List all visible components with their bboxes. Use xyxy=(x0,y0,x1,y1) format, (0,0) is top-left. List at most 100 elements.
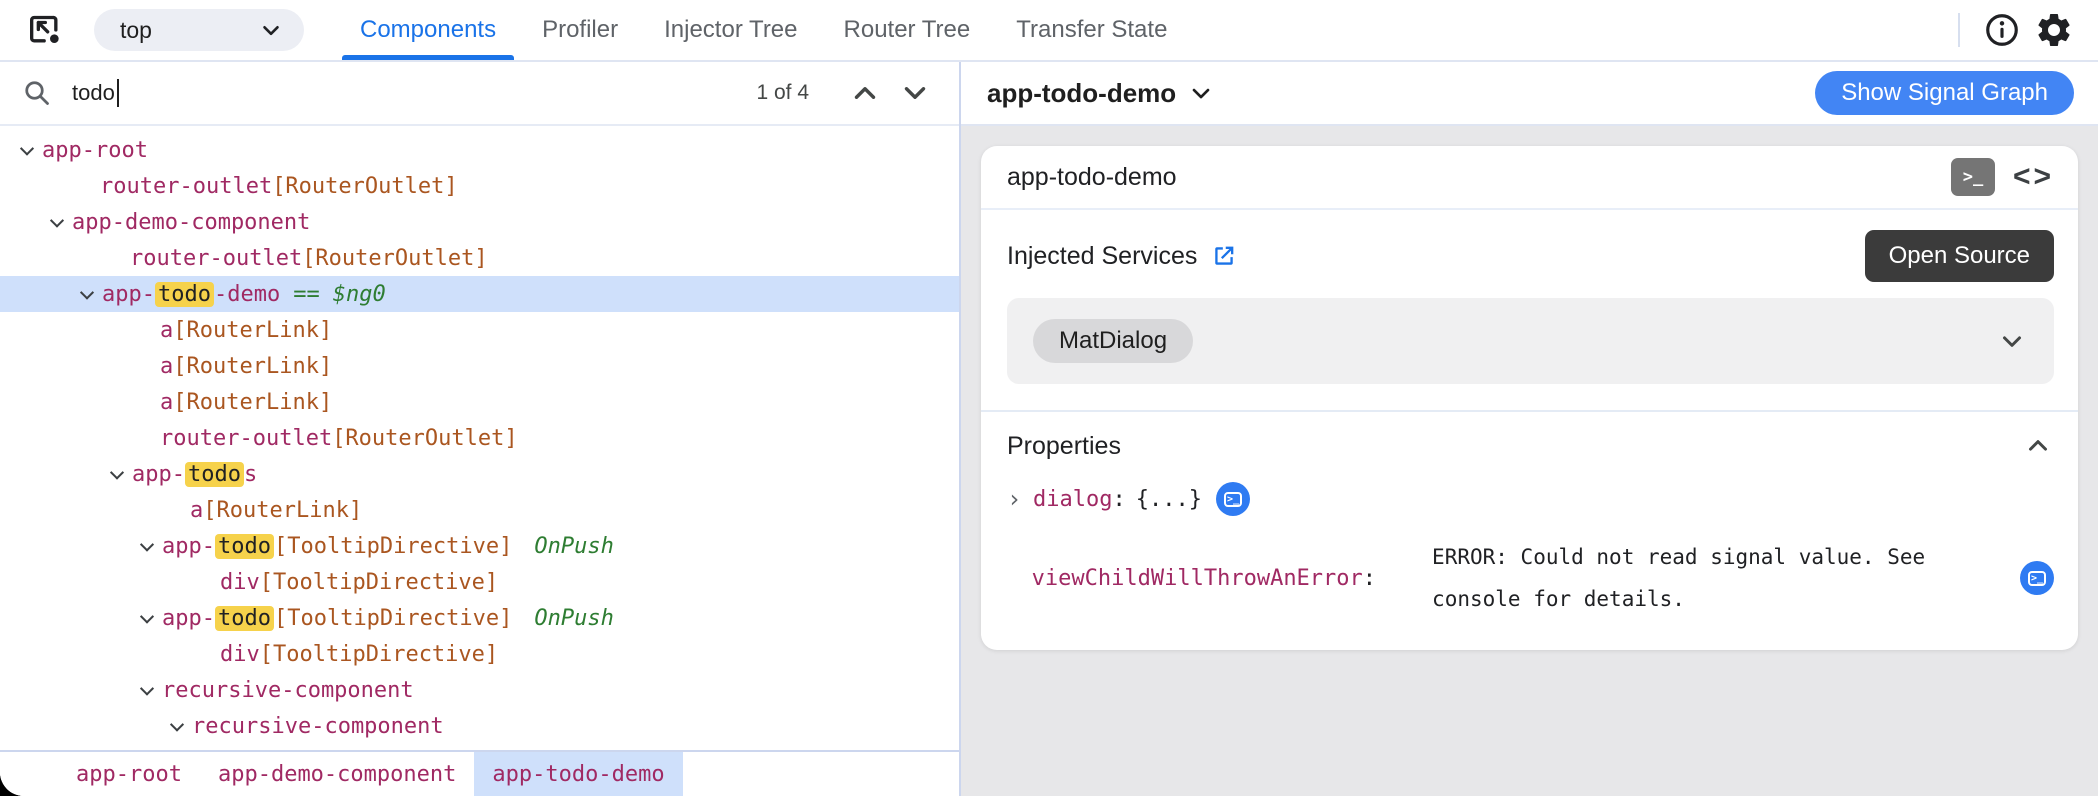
tab-injector-tree[interactable]: Injector Tree xyxy=(646,0,815,60)
component-card-title: app-todo-demo xyxy=(1007,162,1177,191)
injected-services-list: MatDialog xyxy=(1007,298,2054,384)
tree-segment-hl: todo xyxy=(214,533,274,559)
property-row: › dialog: {...} >_ xyxy=(1007,482,2054,516)
tree-segment-dir: [TooltipDirective] xyxy=(259,641,499,667)
gear-icon[interactable] xyxy=(2028,4,2080,56)
open-source-button[interactable]: Open Source xyxy=(1864,230,2054,282)
tree-segment-push: OnPush xyxy=(534,533,614,559)
injected-services-heading: Injected Services xyxy=(1007,241,1198,270)
tree-segment-el: div xyxy=(220,641,260,667)
tab-router-tree[interactable]: Router Tree xyxy=(826,0,989,60)
properties-heading: Properties xyxy=(1007,431,1121,460)
tree-row[interactable]: recursive-component xyxy=(0,708,959,744)
service-chip[interactable]: MatDialog xyxy=(1033,319,1194,363)
tree-segment-hl: todo xyxy=(214,605,274,631)
expand-chevron-icon[interactable] xyxy=(132,609,162,624)
tree-segment-el: app- xyxy=(162,533,215,559)
details-body: app-todo-demo >_ <> Injected Services Op… xyxy=(961,126,2098,796)
tree-segment-el: router-outlet xyxy=(130,245,303,271)
property-row: viewChildWillThrowAnError: ERROR: Could n… xyxy=(1007,536,2054,620)
tree-segment-ref: $ng0 xyxy=(332,281,386,307)
tree-segment-dir: [TooltipDirective] xyxy=(273,605,513,631)
tree-row[interactable]: app-root xyxy=(0,132,959,168)
tree-row[interactable]: recursive-component xyxy=(0,672,959,708)
inspect-target-icon[interactable] xyxy=(22,7,68,53)
tree-segment-el: a xyxy=(160,353,174,379)
tree-row[interactable]: a [RouterLink] xyxy=(0,384,959,420)
tab-transfer-state[interactable]: Transfer State xyxy=(998,0,1185,60)
breadcrumb-item[interactable]: app-root xyxy=(58,752,200,796)
next-result-icon[interactable] xyxy=(895,73,935,113)
inspect-in-console-icon[interactable]: >_ xyxy=(1215,482,1250,516)
tree-segment-el: app-root xyxy=(42,137,148,163)
tree-row[interactable]: router-outlet [RouterOutlet] xyxy=(0,420,959,456)
tree-segment-el: s xyxy=(243,461,258,487)
code-icon[interactable]: <> xyxy=(2013,160,2054,194)
tree-row[interactable]: app-todo [TooltipDirective] OnPush xyxy=(0,600,959,636)
tree-row[interactable]: div [TooltipDirective] xyxy=(0,564,959,600)
chevron-down-icon xyxy=(263,25,279,36)
show-signal-graph-button[interactable]: Show Signal Graph xyxy=(1815,71,2074,115)
expand-chevron-icon[interactable] xyxy=(12,141,42,156)
external-link-icon[interactable] xyxy=(1209,241,1239,271)
expand-chevron-icon[interactable] xyxy=(42,213,72,228)
tree-segment-el: router-outlet xyxy=(100,173,273,199)
tree-segment-el: a xyxy=(160,389,174,415)
tree-segment-el: a xyxy=(190,497,204,523)
tree-segment-dir: [RouterLink] xyxy=(203,497,363,523)
chevron-down-icon[interactable] xyxy=(1996,325,2028,357)
search-icon xyxy=(25,81,49,105)
tree-row[interactable]: app-demo-component xyxy=(0,204,959,240)
component-card-header: app-todo-demo >_ <> xyxy=(981,146,2078,210)
tree-row[interactable]: app-todo [TooltipDirective] OnPush xyxy=(0,528,959,564)
expand-chevron-icon[interactable] xyxy=(72,285,102,300)
tree-segment-hl: todo xyxy=(184,461,244,487)
chevron-down-icon[interactable] xyxy=(1186,78,1216,108)
angular-devtools-window: top Components Profiler Injector Tree Route… xyxy=(0,0,2098,796)
property-colon: : xyxy=(1112,486,1126,512)
tree-row[interactable]: router-outlet [RouterOutlet] xyxy=(0,168,959,204)
chevron-up-icon[interactable] xyxy=(2022,430,2054,462)
tree-row[interactable]: app-todo -demo == $ng0 xyxy=(0,276,959,312)
tree-segment-el: a xyxy=(160,317,174,343)
terminal-icon[interactable]: >_ xyxy=(1950,158,1995,196)
inspect-in-console-icon[interactable]: >_ xyxy=(2020,561,2054,595)
component-card: app-todo-demo >_ <> Injected Services Op… xyxy=(981,146,2078,650)
property-colon: : xyxy=(1362,565,1377,591)
info-icon[interactable] xyxy=(1976,4,2028,56)
tab-profiler[interactable]: Profiler xyxy=(524,0,636,60)
tree-segment-eq: == xyxy=(293,281,320,307)
property-value: {...} xyxy=(1135,486,1202,512)
tree-segment-dir: [RouterOutlet] xyxy=(332,425,518,451)
properties-section: Properties › dialog: {...} >_ viewChildWillT… xyxy=(981,410,2078,650)
tree-segment-dir: [RouterLink] xyxy=(173,353,333,379)
expand-chevron-icon[interactable] xyxy=(162,717,192,732)
breadcrumb-item[interactable]: app-demo-component xyxy=(200,752,474,796)
tree-segment-el: div xyxy=(220,569,260,595)
tree-row[interactable]: a [RouterLink] xyxy=(0,348,959,384)
tree-row[interactable]: a [RouterLink] xyxy=(0,312,959,348)
search-input[interactable]: todo xyxy=(72,79,119,107)
expand-chevron-icon[interactable] xyxy=(102,465,132,480)
breadcrumb-item[interactable]: app-todo-demo xyxy=(474,752,683,796)
tree-row[interactable]: router-outlet [RouterOutlet] xyxy=(0,240,959,276)
tree-row[interactable]: div [TooltipDirective] xyxy=(0,636,959,672)
search-bar: todo 1 of 4 xyxy=(0,62,959,126)
property-value: ERROR: Could not read signal value. See … xyxy=(1432,545,1926,611)
text-cursor xyxy=(116,79,119,107)
tab-components[interactable]: Components xyxy=(342,0,515,60)
previous-result-icon[interactable] xyxy=(845,73,885,113)
tree-row[interactable]: a [RouterLink] xyxy=(0,492,959,528)
property-name: viewChildWillThrowAnError xyxy=(1031,565,1363,591)
component-tree: app-root router-outlet [RouterOutlet] app-d… xyxy=(0,126,959,750)
injected-services-section: Injected Services Open Source MatDialog xyxy=(981,210,2078,410)
tree-segment-dir: [TooltipDirective] xyxy=(273,533,513,559)
expand-chevron-icon[interactable] xyxy=(132,537,162,552)
frame-selector-dropdown[interactable]: top xyxy=(94,9,304,51)
tree-row[interactable]: app-todo s xyxy=(0,456,959,492)
expand-chevron-icon[interactable] xyxy=(132,681,162,696)
tree-segment-dir: [RouterLink] xyxy=(173,389,333,415)
expand-chevron-icon[interactable]: › xyxy=(1007,485,1033,513)
tree-segment-el: recursive-component xyxy=(162,677,414,703)
details-panel: app-todo-demo Show Signal Graph app-todo… xyxy=(961,62,2098,796)
